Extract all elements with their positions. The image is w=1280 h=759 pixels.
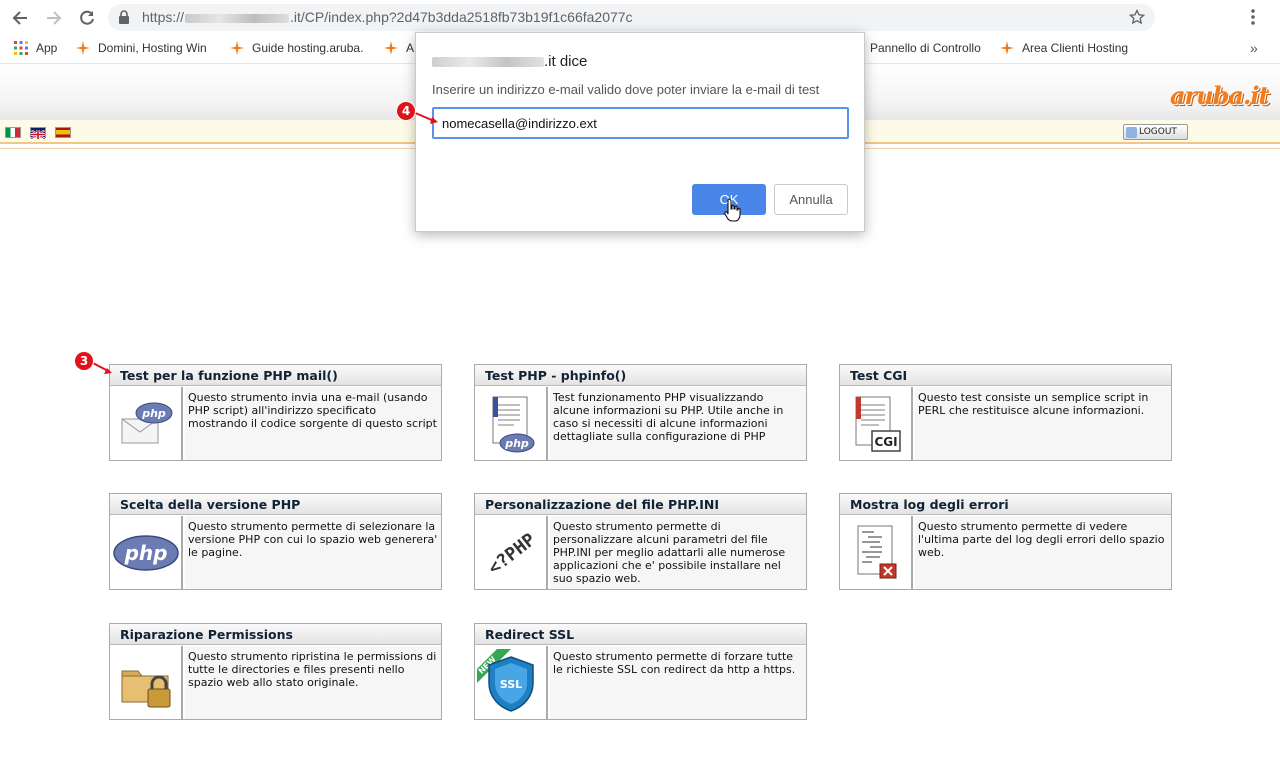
back-button[interactable] — [8, 6, 32, 30]
tool-description: Questo strumento permette di selezionare… — [185, 516, 441, 589]
tool-description: Questo strumento invia una e-mail (usand… — [185, 387, 441, 460]
error-log-icon[interactable] — [840, 516, 913, 589]
dialog-title: .it dice — [432, 53, 587, 70]
uk-flag-icon[interactable] — [30, 127, 46, 140]
tool-redirect-ssl[interactable]: Redirect SSL NEW SSL Questo strumento pe… — [474, 623, 807, 720]
aruba-star-icon — [76, 41, 90, 55]
forward-button[interactable] — [42, 6, 66, 30]
tool-title[interactable]: Redirect SSL — [475, 624, 806, 645]
bookmark-star-icon[interactable] — [1129, 9, 1145, 25]
php-logo-icon[interactable]: php — [110, 516, 183, 589]
svg-text:php: php — [123, 541, 167, 565]
tool-error-log[interactable]: Mostra log degli errori Questo strumento… — [839, 493, 1172, 590]
tool-description: Questo test consiste un semplice script … — [915, 387, 1171, 460]
tool-title[interactable]: Test PHP - phpinfo() — [475, 365, 806, 386]
back-arrow-icon — [12, 11, 27, 25]
step-arrow-icon — [90, 361, 112, 374]
kebab-menu-icon — [1251, 9, 1255, 25]
email-input[interactable] — [432, 107, 849, 139]
cancel-button[interactable]: Annulla — [774, 184, 848, 215]
logout-icon — [1126, 126, 1137, 138]
address-bar[interactable]: https://.it/CP/index.php?2d47b3dda2518fb… — [108, 4, 1155, 31]
cgi-document-icon[interactable]: CGI — [840, 387, 913, 460]
tool-repair-permissions[interactable]: Riparazione Permissions Questo strumento… — [109, 623, 442, 720]
browser-toolbar: https://.it/CP/index.php?2d47b3dda2518fb… — [0, 0, 1280, 35]
step-marker-4: 4 — [397, 102, 415, 120]
bookmark-guide-hosting[interactable]: Guide hosting.aruba.i — [230, 41, 364, 55]
tool-title[interactable]: Riparazione Permissions — [110, 624, 441, 645]
aruba-star-icon — [230, 41, 244, 55]
spanish-flag-icon[interactable] — [55, 127, 71, 138]
svg-text:CGI: CGI — [874, 435, 897, 449]
redacted-domain — [185, 13, 290, 23]
tool-php-version[interactable]: Scelta della versione PHP php Questo str… — [109, 493, 442, 590]
step-arrow-icon — [412, 111, 438, 124]
bookmark-apps[interactable]: App — [14, 41, 57, 55]
tool-phpinfo-test[interactable]: Test PHP - phpinfo() php Test funzioname… — [474, 364, 807, 461]
italian-flag-icon[interactable] — [5, 127, 21, 138]
tool-php-mail-test[interactable]: Test per la funzione PHP mail() php Ques… — [109, 364, 442, 461]
tool-title[interactable]: Mostra log degli errori — [840, 494, 1171, 515]
ssl-shield-icon[interactable]: NEW SSL — [475, 646, 548, 719]
bookmarks-overflow-button[interactable]: » — [1250, 40, 1258, 56]
php-document-icon[interactable]: php — [475, 387, 548, 460]
php-mail-icon[interactable]: php — [110, 387, 183, 460]
dialog-message: Inserire un indirizzo e-mail valido dove… — [432, 82, 820, 97]
php-code-icon[interactable]: <?PHP — [475, 516, 548, 589]
logout-button[interactable]: LOGOUT — [1123, 124, 1188, 140]
aruba-star-icon — [1000, 41, 1014, 55]
svg-text:<?PHP: <?PHP — [484, 529, 540, 578]
tool-title[interactable]: Scelta della versione PHP — [110, 494, 441, 515]
prompt-dialog: .it dice Inserire un indirizzo e-mail va… — [415, 32, 865, 232]
apps-grid-icon — [14, 41, 28, 55]
lock-icon — [119, 10, 129, 24]
bookmark-domini-hosting[interactable]: Domini, Hosting Win — [76, 41, 210, 55]
tool-description: Test funzionamento PHP visualizzando alc… — [550, 387, 806, 460]
tool-php-ini[interactable]: Personalizzazione del file PHP.INI <?PHP… — [474, 493, 807, 590]
bookmark-pannello-controllo[interactable]: Pannello di Controllo — [870, 41, 981, 55]
bookmark-partial[interactable]: A — [384, 41, 414, 55]
tool-title[interactable]: Test per la funzione PHP mail() — [110, 365, 441, 386]
tool-title[interactable]: Personalizzazione del file PHP.INI — [475, 494, 806, 515]
tool-description: Questo strumento permette di vedere l'ul… — [915, 516, 1171, 589]
forward-arrow-icon — [47, 11, 62, 25]
redacted-domain — [432, 57, 544, 68]
svg-text:SSL: SSL — [499, 678, 521, 691]
reload-icon — [80, 10, 94, 25]
aruba-logo: aruba.it — [1170, 81, 1270, 110]
bookmark-area-clienti[interactable]: Area Clienti Hosting — [1000, 41, 1128, 55]
browser-menu-button[interactable] — [1250, 8, 1256, 29]
url-text: https://.it/CP/index.php?2d47b3dda2518fb… — [142, 9, 633, 25]
tool-description: Questo strumento ripristina le permissio… — [185, 646, 441, 719]
tool-cgi-test[interactable]: Test CGI CGI Questo test consiste un sem… — [839, 364, 1172, 461]
tool-description: Questo strumento permette di personalizz… — [550, 516, 806, 589]
svg-text:php: php — [141, 407, 166, 420]
svg-text:php: php — [504, 437, 529, 450]
reload-button[interactable] — [75, 6, 99, 30]
step-marker-3: 3 — [75, 352, 93, 370]
hand-cursor-icon — [724, 198, 741, 222]
folder-lock-icon[interactable] — [110, 646, 183, 719]
tool-title[interactable]: Test CGI — [840, 365, 1171, 386]
tool-description: Questo strumento permette di forzare tut… — [550, 646, 806, 719]
aruba-star-icon — [384, 41, 398, 55]
